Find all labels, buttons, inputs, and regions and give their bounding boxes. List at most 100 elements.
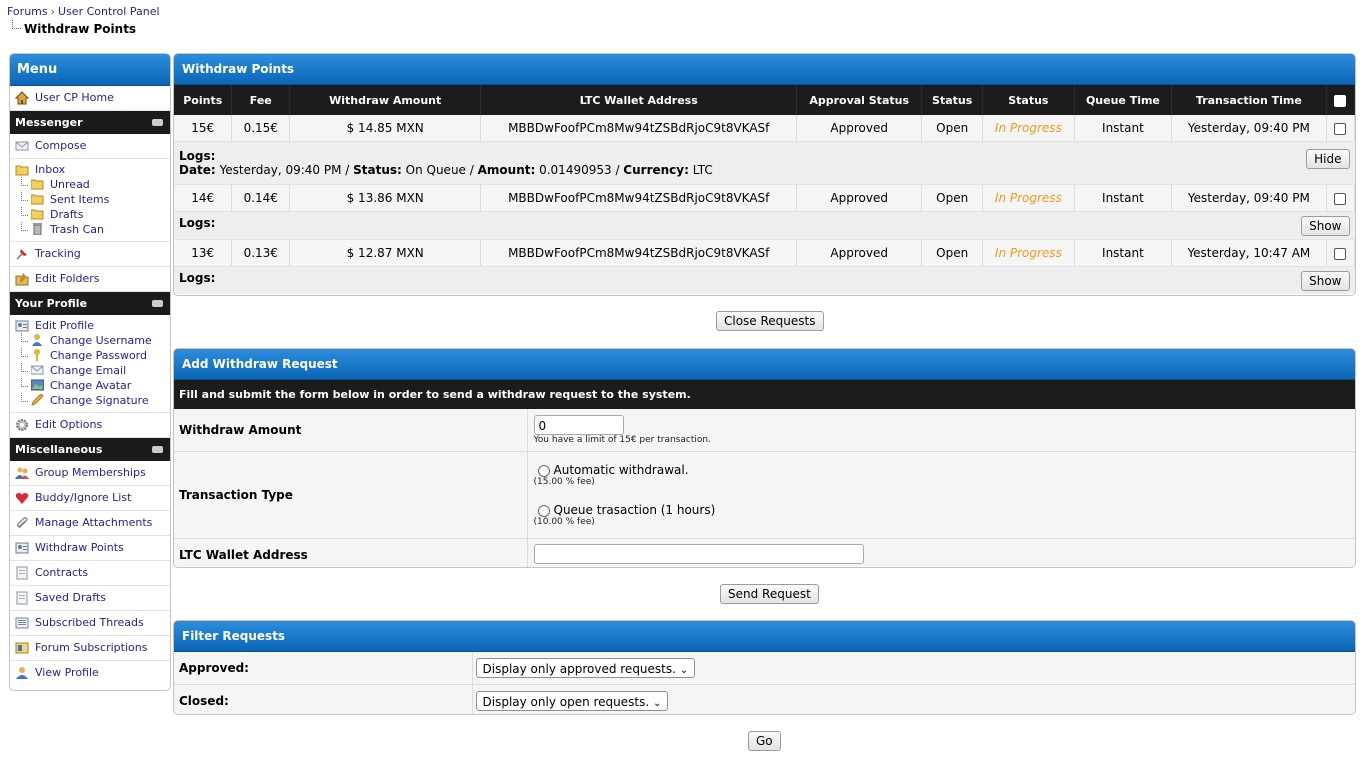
sidebar-item-change-password[interactable]: Change Password: [10, 348, 170, 363]
collapse-icon[interactable]: [152, 446, 163, 453]
sidebar-item-group-memberships[interactable]: Group Memberships: [10, 461, 170, 486]
sidebar-item-edit-folders[interactable]: Edit Folders: [10, 267, 170, 292]
sidebar-item-subscribed-threads[interactable]: Subscribed Threads: [10, 611, 170, 636]
sidebar-item-label: Edit Folders: [35, 272, 100, 285]
logs-cell: Show Logs:: [174, 211, 1355, 240]
envelope-icon: [15, 141, 29, 151]
breadcrumb-forums[interactable]: Forums: [7, 5, 48, 18]
sidebar-item-unread[interactable]: Unread: [10, 177, 170, 192]
sidebar-item-manage-attachments[interactable]: Manage Attachments: [10, 511, 170, 536]
page-title-text: Withdraw Points: [24, 22, 137, 36]
cell-points: 14€: [174, 184, 233, 212]
row-checkbox[interactable]: [1334, 122, 1347, 135]
sidebar-category-messenger: Messenger: [10, 111, 170, 134]
show-logs-button[interactable]: Show: [1301, 215, 1350, 236]
show-logs-button[interactable]: Show: [1301, 270, 1350, 291]
log-status-label: Status:: [353, 163, 402, 177]
row-checkbox[interactable]: [1334, 192, 1347, 205]
closed-select[interactable]: Display only open requests. ⌄: [475, 691, 669, 711]
sidebar-item-view-profile[interactable]: View Profile: [10, 661, 170, 685]
sidebar-item-sent-items[interactable]: Sent Items: [10, 192, 170, 207]
sidebar-item-edit-options[interactable]: Edit Options: [10, 413, 170, 438]
sidebar-item-contracts[interactable]: Contracts: [10, 561, 170, 586]
column-header: Status: [982, 85, 1075, 115]
withdraw-amount-input[interactable]: 0: [533, 415, 624, 435]
sidebar-item-user-cp-home[interactable]: User CP Home: [10, 86, 170, 111]
table-header-row: Points Fee Withdraw Amount LTC Wallet Ad…: [174, 85, 1355, 115]
breadcrumb-user-cp[interactable]: User Control Panel: [58, 5, 160, 18]
cell-fee: 0.15€: [231, 115, 291, 142]
chevron-down-icon: ⌄: [679, 665, 689, 676]
sidebar-item-label: Edit Options: [35, 418, 103, 431]
sidebar-sub-label: Change Username: [50, 334, 152, 347]
sidebar-item-change-email[interactable]: Change Email: [10, 363, 170, 378]
sidebar-item-label: Withdraw Points: [35, 541, 124, 554]
user-icon: [32, 334, 42, 346]
sidebar-item-trash-can[interactable]: Trash Can: [10, 222, 170, 237]
form-row-wallet: LTC Wallet Address: [174, 538, 1355, 567]
sidebar-item-inbox[interactable]: Inbox: [10, 162, 170, 177]
close-requests-button[interactable]: Close Requests: [716, 311, 824, 331]
select-all-checkbox[interactable]: [1334, 94, 1347, 107]
sidebar-item-withdraw-points[interactable]: Withdraw Points: [10, 536, 170, 561]
go-button[interactable]: Go: [748, 731, 781, 751]
sidebar-item-saved-drafts[interactable]: Saved Drafts: [10, 586, 170, 611]
queue-transaction-radio[interactable]: [537, 504, 550, 517]
row-checkbox[interactable]: [1334, 247, 1347, 260]
approved-cell: Display only approved requests. ⌄: [472, 652, 1355, 685]
send-request-button[interactable]: Send Request: [720, 584, 819, 604]
sidebar-item-compose[interactable]: Compose: [10, 134, 170, 159]
sidebar-sub-label: Change Email: [50, 364, 127, 377]
column-header: Transaction Time: [1171, 85, 1327, 115]
queue-fee-hint: (10.00 % fee): [533, 517, 595, 527]
sidebar-sub-label: Change Password: [50, 349, 147, 362]
option-queue[interactable]: Queue trasaction (1 hours): [534, 503, 1355, 517]
column-header: Queue Time: [1074, 85, 1173, 115]
collapse-icon[interactable]: [152, 300, 163, 307]
cell-wallet: MBBDwFoofPCm8Mw94tZSBdRjoC9t8VKASf: [480, 184, 798, 212]
forum-icon: [15, 642, 29, 654]
id-card-icon: [15, 320, 29, 332]
sidebar-item-buddy-ignore-list[interactable]: Buddy/Ignore List: [10, 486, 170, 511]
panel-title: Add Withdraw Request: [174, 349, 1355, 380]
sidebar-item-change-avatar[interactable]: Change Avatar: [10, 378, 170, 393]
logs-cell: Hide Logs: Date: Yesterday, 09:40 PM / S…: [174, 141, 1355, 185]
withdraw-form: Withdraw Amount 0 You have a limit of 15…: [174, 409, 1355, 567]
log-currency-label: Currency:: [623, 163, 689, 177]
cell-time: Yesterday, 09:40 PM: [1171, 115, 1327, 142]
sidebar-item-label: Forum Subscriptions: [35, 641, 148, 654]
id-card-icon: [15, 542, 29, 554]
automatic-withdrawal-radio[interactable]: [537, 464, 550, 477]
sidebar-title: Menu: [10, 54, 170, 86]
cell-status: Open: [921, 115, 984, 142]
cell-time: Yesterday, 09:40 PM: [1171, 184, 1327, 212]
sidebar-item-drafts[interactable]: Drafts: [10, 207, 170, 222]
sidebar-item-label: Contracts: [35, 566, 89, 579]
ltc-wallet-input[interactable]: [533, 543, 864, 564]
approved-select[interactable]: Display only approved requests. ⌄: [475, 658, 696, 678]
sidebar-item-forum-subscriptions[interactable]: Forum Subscriptions: [10, 636, 170, 661]
sidebar-item-change-username[interactable]: Change Username: [10, 333, 170, 348]
panel-title: Filter Requests: [174, 621, 1355, 652]
withdraw-amount-cell: 0 You have a limit of 15€ per transactio…: [527, 409, 1355, 452]
sidebar-item-change-signature[interactable]: Change Signature: [10, 393, 170, 408]
form-instructions: Fill and submit the form below in order …: [174, 380, 1355, 409]
logs-label: Logs:: [179, 149, 216, 163]
option-automatic[interactable]: Automatic withdrawal.: [534, 463, 1355, 477]
column-header: Points: [174, 85, 233, 115]
logs-row: Hide Logs: Date: Yesterday, 09:40 PM / S…: [174, 141, 1355, 185]
sidebar-item-label: Subscribed Threads: [35, 616, 144, 629]
sidebar-category-your-profile: Your Profile: [10, 292, 170, 315]
sidebar-item-label: Group Memberships: [35, 466, 146, 479]
sidebar-item-edit-profile[interactable]: Edit Profile: [10, 318, 170, 333]
collapse-icon[interactable]: [152, 119, 163, 126]
group-icon: [15, 467, 29, 479]
home-icon: [15, 91, 29, 105]
sidebar-item-label: Buddy/Ignore List: [35, 491, 132, 504]
sidebar-item-tracking[interactable]: Tracking: [10, 242, 170, 267]
hide-logs-button[interactable]: Hide: [1306, 149, 1350, 169]
log-currency: LTC: [692, 163, 713, 177]
amount-limit-hint: You have a limit of 15€ per transaction.: [533, 435, 711, 445]
sidebar-item-label: Manage Attachments: [35, 516, 153, 529]
key-icon: [34, 349, 40, 361]
